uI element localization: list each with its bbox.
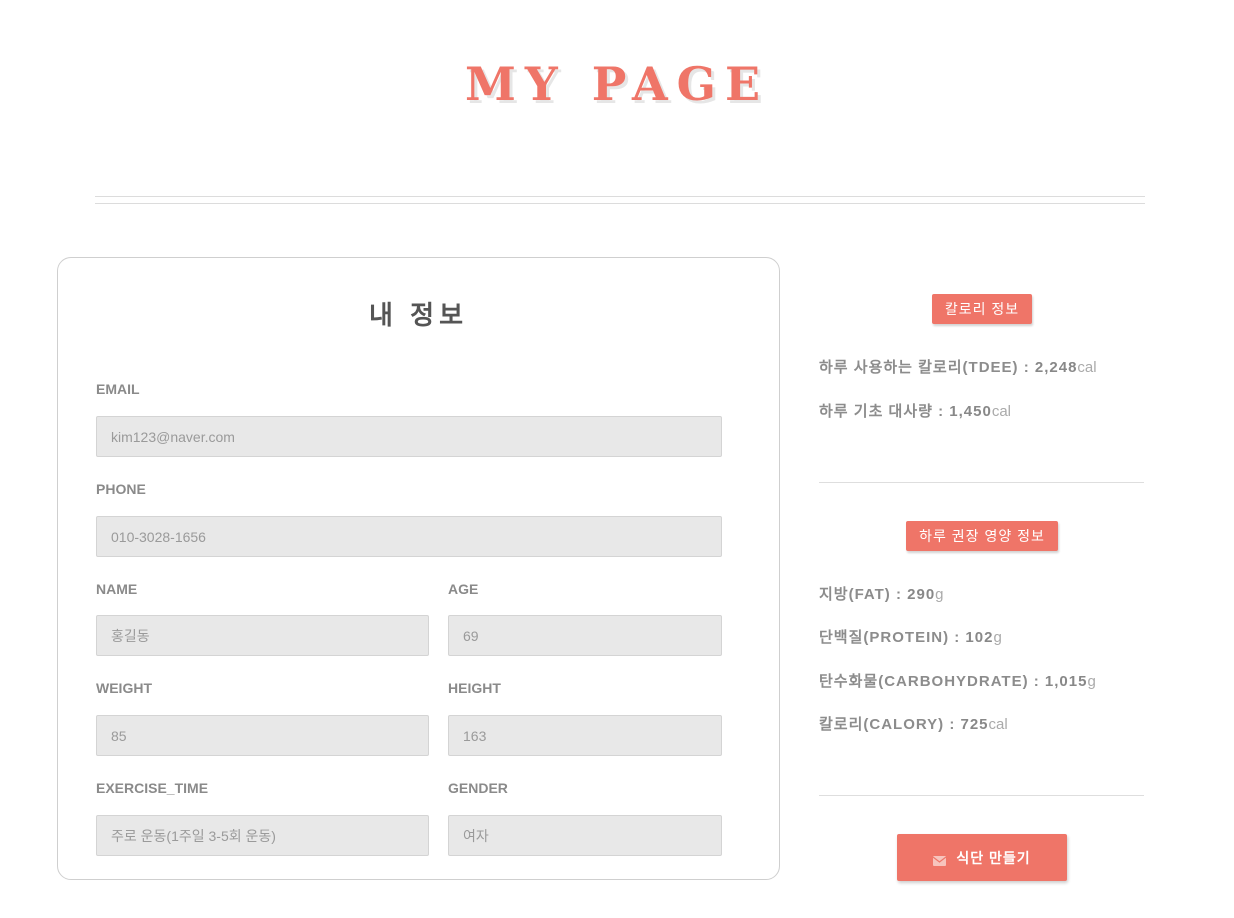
exercise-time-field[interactable] bbox=[96, 815, 429, 856]
profile-card-title: 내 정보 bbox=[369, 300, 468, 330]
tdee-value: 2,248 bbox=[1034, 359, 1078, 376]
protein-label: 단백질(PROTEIN) : bbox=[819, 629, 966, 646]
fat-line: 지방(FAT) : 290g bbox=[819, 585, 944, 605]
header-divider-bottom bbox=[95, 203, 1145, 204]
tdee-line: 하루 사용하는 칼로리(TDEE) : 2,248cal bbox=[819, 358, 1097, 378]
tdee-label: 하루 사용하는 칼로리(TDEE) : bbox=[819, 359, 1035, 376]
calorie-info-badge: 칼로리 정보 bbox=[932, 294, 1032, 324]
carbohydrate-value: 1,015 bbox=[1044, 673, 1088, 690]
calory-line: 칼로리(CALORY) : 725cal bbox=[819, 715, 1008, 735]
bmr-line: 하루 기초 대사량 : 1,450cal bbox=[819, 402, 1011, 422]
age-field[interactable] bbox=[448, 615, 722, 656]
envelope-icon bbox=[932, 853, 947, 866]
carbohydrate-unit: g bbox=[1087, 673, 1096, 690]
fat-value: 290 bbox=[907, 586, 936, 603]
weight-field[interactable] bbox=[96, 715, 429, 756]
calory-unit: cal bbox=[988, 716, 1008, 733]
tdee-unit: cal bbox=[1077, 359, 1097, 376]
my-page: MY PAGE 내 정보 EMAIL PHONE NAME AGE WEIGHT… bbox=[0, 0, 1234, 918]
bmr-value: 1,450 bbox=[949, 403, 992, 420]
email-label: EMAIL bbox=[96, 381, 140, 397]
name-label: NAME bbox=[96, 581, 138, 597]
header-divider-top bbox=[95, 196, 1145, 197]
profile-card: 내 정보 EMAIL PHONE NAME AGE WEIGHT HEIGHT … bbox=[57, 257, 780, 880]
age-label: AGE bbox=[448, 581, 479, 597]
protein-unit: g bbox=[993, 629, 1002, 646]
gender-field[interactable] bbox=[448, 815, 722, 856]
calory-value: 725 bbox=[960, 716, 989, 733]
phone-field[interactable] bbox=[96, 516, 722, 557]
section-divider bbox=[819, 482, 1144, 483]
weight-label: WEIGHT bbox=[96, 680, 152, 696]
carbohydrate-line: 탄수화물(CARBOHYDRATE) : 1,015g bbox=[819, 672, 1096, 692]
nutrition-info-badge: 하루 권장 영양 정보 bbox=[906, 521, 1058, 551]
make-diet-button[interactable]: 식단 만들기 bbox=[897, 834, 1067, 881]
carbohydrate-label: 탄수화물(CARBOHYDRATE) : bbox=[819, 673, 1045, 690]
phone-label: PHONE bbox=[96, 481, 146, 497]
make-diet-label: 식단 만들기 bbox=[956, 849, 1031, 866]
exercise-time-label: EXERCISE_TIME bbox=[96, 780, 209, 796]
bmr-label: 하루 기초 대사량 : bbox=[819, 403, 950, 420]
fat-unit: g bbox=[935, 586, 944, 603]
name-field[interactable] bbox=[96, 615, 429, 656]
gender-label: GENDER bbox=[448, 780, 508, 796]
section-divider-bottom bbox=[819, 795, 1144, 796]
fat-label: 지방(FAT) : bbox=[819, 586, 908, 603]
bmr-unit: cal bbox=[991, 403, 1012, 420]
protein-value: 102 bbox=[965, 629, 994, 646]
protein-line: 단백질(PROTEIN) : 102g bbox=[819, 628, 1002, 648]
height-label: HEIGHT bbox=[448, 680, 501, 696]
email-field[interactable] bbox=[96, 416, 722, 457]
page-title: MY PAGE bbox=[464, 57, 770, 111]
height-field[interactable] bbox=[448, 715, 722, 756]
calory-label: 칼로리(CALORY) : bbox=[819, 716, 961, 733]
